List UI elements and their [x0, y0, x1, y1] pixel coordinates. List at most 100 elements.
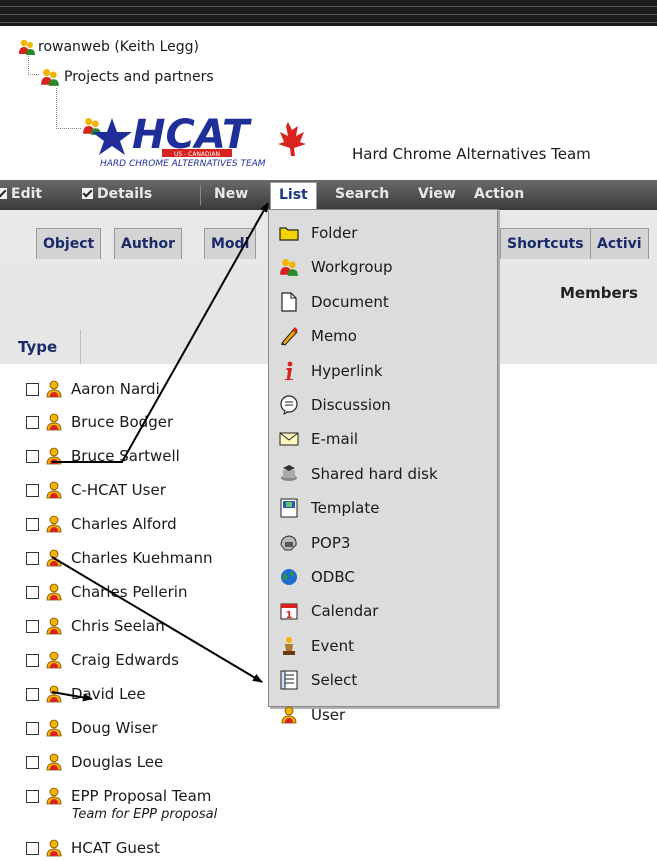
row-checkbox[interactable]: [26, 585, 39, 599]
list-item[interactable]: EPP Proposal Team Team for EPP proposal: [26, 785, 217, 822]
user-icon: [45, 583, 63, 601]
user-name-link[interactable]: Aaron Nardi: [71, 380, 160, 398]
menu-item-memo[interactable]: Memo: [279, 321, 357, 351]
pop3-icon: [279, 533, 299, 553]
top-bar: [0, 0, 657, 26]
row-checkbox[interactable]: [26, 619, 39, 633]
list-dropdown-menu: Folder Workgroup Document Memo Hyperlink Disc…: [268, 209, 498, 724]
document-icon: [279, 292, 299, 312]
user-name-link[interactable]: Bruce Sartwell: [71, 447, 180, 465]
user-name-link[interactable]: Craig Edwards: [71, 651, 179, 669]
user-name-link[interactable]: Chris Seelan: [71, 617, 165, 635]
list-item[interactable]: Charles Alford: [26, 513, 177, 535]
row-checkbox[interactable]: [26, 415, 39, 429]
menu-new[interactable]: New: [214, 186, 248, 202]
menu-item-template[interactable]: Template: [279, 493, 379, 523]
menu-item-label: User: [311, 705, 346, 724]
row-checkbox[interactable]: [26, 653, 39, 667]
menu-item-label: Hyperlink: [311, 361, 383, 380]
tab-shortcuts[interactable]: Shortcuts: [500, 228, 591, 259]
tab-object[interactable]: Object: [36, 228, 102, 259]
tree-root[interactable]: rowanweb (Keith Legg): [18, 37, 199, 57]
row-checkbox[interactable]: [26, 483, 39, 497]
user-name-link[interactable]: Charles Kuehmann: [71, 549, 212, 567]
user-name-link[interactable]: Bruce Bodger: [71, 413, 173, 431]
list-item[interactable]: Bruce Bodger: [26, 411, 173, 433]
menu-item-hyperlink[interactable]: Hyperlink: [279, 356, 383, 386]
tab-author[interactable]: Author: [114, 228, 182, 259]
menu-item-label: E-mail: [311, 430, 359, 449]
odbc-globe-icon: [279, 567, 299, 587]
details-toggle[interactable]: Details: [82, 186, 152, 202]
hyperlink-icon: [279, 361, 299, 381]
row-checkbox[interactable]: [26, 789, 39, 803]
user-icon: [45, 719, 63, 737]
user-name-link[interactable]: HCAT Guest: [71, 839, 160, 857]
menu-item-workgroup[interactable]: Workgroup: [279, 252, 393, 282]
user-name-link[interactable]: David Lee: [71, 685, 146, 703]
list-item[interactable]: Aaron Nardi: [26, 378, 160, 400]
row-checkbox[interactable]: [26, 721, 39, 735]
tree-projects[interactable]: Projects and partners: [40, 67, 214, 87]
menu-item-label: Folder: [311, 224, 358, 242]
user-name-link[interactable]: C-HCAT User: [71, 481, 166, 499]
user-icon: [45, 617, 63, 635]
user-name-link[interactable]: Douglas Lee: [71, 753, 163, 771]
list-item[interactable]: Doug Wiser: [26, 717, 157, 739]
menu-item-pop3[interactable]: POP3: [279, 528, 350, 558]
row-checkbox[interactable]: [26, 755, 39, 769]
menu-list[interactable]: List: [270, 182, 317, 209]
row-checkbox[interactable]: [26, 551, 39, 565]
list-item[interactable]: Douglas Lee: [26, 751, 163, 773]
svg-text:1: 1: [286, 610, 293, 621]
row-checkbox[interactable]: [26, 841, 39, 855]
hcat-logo[interactable]: HCAT US - CANADIAN HARD CHROME ALTERNATI…: [92, 110, 342, 169]
workgroup-icon: [40, 68, 60, 86]
menu-item-select[interactable]: Select: [279, 665, 357, 695]
list-item[interactable]: Craig Edwards: [26, 649, 179, 671]
menu-item-event[interactable]: Event: [279, 631, 354, 661]
list-item[interactable]: David Lee: [26, 683, 146, 705]
memo-pencil-icon: [279, 326, 299, 346]
menu-item-discussion[interactable]: Discussion: [279, 390, 391, 420]
menu-item-odbc[interactable]: ODBC: [279, 562, 355, 592]
row-checkbox[interactable]: [26, 449, 39, 463]
list-item[interactable]: HCAT Guest: [26, 837, 160, 859]
menu-item-label: Discussion: [311, 396, 391, 414]
tab-modi[interactable]: Modi: [204, 228, 257, 259]
team-name[interactable]: Hard Chrome Alternatives Team: [352, 145, 591, 163]
list-item[interactable]: C-HCAT User: [26, 479, 166, 501]
row-checkbox[interactable]: [26, 382, 39, 396]
user-name-link[interactable]: Doug Wiser: [71, 719, 157, 737]
type-column-header[interactable]: Type: [18, 338, 57, 356]
menu-item-document[interactable]: Document: [279, 287, 389, 317]
menu-item-folder[interactable]: Folder: [279, 218, 357, 248]
menu-search[interactable]: Search: [335, 186, 389, 202]
menu-item-calendar[interactable]: 1 Calendar: [279, 596, 378, 626]
list-item[interactable]: Chris Seelan: [26, 615, 165, 637]
list-item[interactable]: Bruce Sartwell: [26, 445, 180, 467]
list-item[interactable]: Charles Kuehmann: [26, 547, 212, 569]
edit-toggle[interactable]: Edit: [0, 186, 42, 202]
menu-view[interactable]: View: [418, 186, 456, 202]
menu-item-label: ODBC: [311, 568, 355, 586]
menu-item-e-mail[interactable]: E-mail: [279, 424, 358, 454]
user-icon: [45, 481, 63, 499]
email-icon: [279, 429, 299, 449]
workgroup-icon: [279, 257, 299, 277]
user-name-link[interactable]: Charles Pellerin: [71, 583, 187, 601]
menu-item-user[interactable]: User: [279, 700, 345, 730]
user-name-link[interactable]: Charles Alford: [71, 515, 177, 533]
discussion-icon: [279, 395, 299, 415]
menu-item-shared-hard-disk[interactable]: Shared hard disk: [279, 459, 438, 489]
row-checkbox[interactable]: [26, 517, 39, 531]
tree-root-label: rowanweb (Keith Legg): [38, 39, 199, 55]
user-name-link[interactable]: EPP Proposal Team: [71, 787, 211, 805]
list-item[interactable]: Charles Pellerin: [26, 581, 187, 603]
workgroup-icon: [18, 39, 36, 55]
row-checkbox[interactable]: [26, 687, 39, 701]
tab-activi[interactable]: Activi: [590, 228, 649, 259]
user-description: Team for EPP proposal: [72, 807, 218, 822]
menu-item-label: Document: [311, 292, 389, 311]
menu-action[interactable]: Action: [474, 186, 524, 202]
